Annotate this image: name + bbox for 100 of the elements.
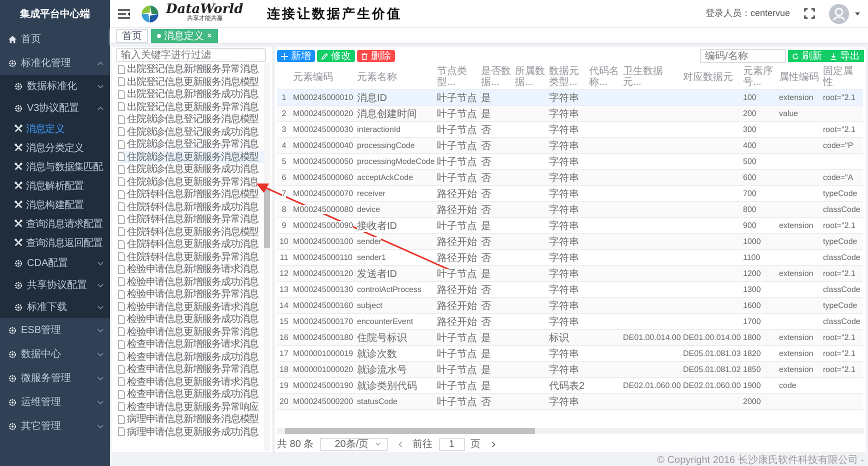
table-row[interactable]: 19 M000245000190 就诊类别代码 叶子节点 是 代码表2 DE02.01.060.00 DE02.01.060.00 1900 code: [277, 378, 863, 394]
column-header[interactable]: 元素编码: [293, 72, 353, 82]
table-row[interactable]: 14 M000245000160 subject 路径开始 否 字符串 1600 typeCode: [277, 298, 863, 314]
tree-item[interactable]: 检查申请信息更新服务成功消息: [118, 388, 264, 400]
tree-item[interactable]: 检验申请信息新增服务请求消息: [118, 263, 264, 276]
table-row[interactable]: 15 M000245000170 encounterEvent 路径开始 否 字符串 1700 classCode: [277, 314, 863, 330]
table-row[interactable]: 1 M000245000010 消息ID 叶子节点 是 字符串 100 extension root="2.1: [277, 90, 863, 106]
menu-group[interactable]: 标准下载: [0, 296, 110, 318]
column-header[interactable]: 代码名称...: [589, 66, 619, 88]
menu-item[interactable]: 查询消息返回配置: [0, 233, 110, 252]
table-row[interactable]: 7 M000245000070 receiver 路径开始 否 字符串 700 typeCode: [277, 186, 863, 202]
menu-group[interactable]: 数据标准化: [0, 75, 110, 97]
tree-item[interactable]: 检验申请信息更新服务成功消息: [118, 313, 264, 326]
menu-group[interactable]: 标准化管理: [0, 51, 110, 75]
next-page-icon[interactable]: [490, 440, 496, 448]
table-cell: 路径开始: [437, 316, 477, 328]
menu-icon[interactable]: [118, 8, 130, 18]
tree-item[interactable]: 出院登记信息新增服务成功消息: [118, 88, 264, 100]
fullscreen-icon[interactable]: [804, 8, 815, 19]
tree-item[interactable]: 住院转科信息更新服务异常消息: [118, 250, 264, 263]
table-cell: 字符串: [549, 364, 579, 376]
table-row[interactable]: 8 M000245000080 device 路径开始 否 字符串 800 classCode: [277, 202, 863, 218]
tree-item[interactable]: 检验申请信息更新服务异常消息: [118, 326, 264, 338]
tree-item[interactable]: 出院登记信息更新服务异常消息: [118, 100, 264, 113]
page-size-select[interactable]: 20条/页: [320, 438, 388, 450]
tree-item[interactable]: 住院转科信息新增服务消息模型: [118, 188, 264, 200]
tree-item[interactable]: 住院就诊信息登记服务成功消息: [118, 126, 264, 138]
menu-group[interactable]: 其它管理: [0, 414, 110, 438]
column-header[interactable]: 是否数据...: [481, 66, 511, 88]
tree-item[interactable]: 检验申请信息新增服务异常消息: [118, 288, 264, 300]
table-row[interactable]: 6 M000245000060 acceptAckCode 叶子节点 否 字符串 600 code="A: [277, 170, 863, 186]
menu-group[interactable]: V3协议配置: [0, 97, 110, 119]
menu-item[interactable]: 查询消息请求配置: [0, 214, 110, 233]
tree-item[interactable]: 检查申请信息新增服务成功消息: [118, 350, 264, 363]
tree-item[interactable]: 病理申请信息更新服务成功消息: [118, 426, 264, 438]
toolbar-button[interactable]: 新增: [277, 50, 315, 62]
menu-group[interactable]: CDA配置: [0, 252, 110, 274]
table-row[interactable]: 16 M000245000180 住院号标识 叶子节点 是 标识 DE01.00.014.00 DE01.00.014.00 1800 extension root="2.1: [277, 330, 863, 346]
table-row[interactable]: 3 M000245000030 interactionId 叶子节点 否 字符串 300 root="2.1: [277, 122, 863, 138]
tab[interactable]: 首页: [116, 28, 148, 42]
tree-item[interactable]: 住院就诊信息更新服务成功消息: [118, 163, 264, 176]
menu-item[interactable]: 消息定义: [0, 119, 110, 138]
tree-item[interactable]: 住院转科信息更新服务消息模型: [118, 226, 264, 238]
table-row[interactable]: 10 M000245000100 sender 路径开始 否 字符串 1000 typeCode: [277, 234, 863, 250]
tree-item[interactable]: 住院就诊信息更新服务异常消息: [118, 176, 264, 188]
table-row[interactable]: 4 M000245000040 processingCode 叶子节点 否 字符串 400 code="P: [277, 138, 863, 154]
menu-group[interactable]: 微服务管理: [0, 366, 110, 390]
menu-group[interactable]: ESB管理: [0, 318, 110, 342]
table-row[interactable]: 2 M000245000020 消息创建时间 叶子节点 是 字符串 200 value: [277, 106, 863, 122]
tree-item[interactable]: 检验申请信息新增服务成功消息: [118, 276, 264, 288]
column-header[interactable]: 数据元类型...: [549, 66, 585, 88]
tree-item[interactable]: 住院就诊信息登记服务异常消息: [118, 138, 264, 150]
filter-field[interactable]: 输入关键字进行过滤: [116, 48, 266, 62]
tree-item[interactable]: 检查申请信息更新服务请求消息: [118, 376, 264, 388]
tree-item[interactable]: 出院登记信息新增服务异常消息: [118, 63, 264, 76]
tree-item[interactable]: 住院转科信息新增服务成功消息: [118, 200, 264, 213]
tree-item[interactable]: 检查申请信息更新服务异常响应: [118, 400, 264, 413]
tree-item[interactable]: 住院就诊信息更新服务消息模型: [118, 150, 264, 163]
menu-group[interactable]: 运维管理: [0, 390, 110, 414]
column-header[interactable]: 固定属性: [823, 66, 861, 88]
previous-page-icon[interactable]: [398, 440, 403, 448]
horizontal-scrollbar[interactable]: [277, 428, 864, 434]
menu-item[interactable]: 消息分类定义: [0, 138, 110, 157]
menu-item[interactable]: 消息解析配置: [0, 176, 110, 195]
menu-item[interactable]: 消息构建配置: [0, 195, 110, 214]
caret-icon[interactable]: [855, 12, 860, 16]
toolbar-button[interactable]: 删除: [357, 50, 395, 62]
page-input[interactable]: 1: [438, 438, 465, 450]
column-header[interactable]: 节点类型...: [437, 66, 477, 88]
table-row[interactable]: 18 M000001000020 就诊流水号 叶子节点 是 字符串 DE05.01.081.02 1850 extension root="2.1: [277, 362, 863, 378]
table-row[interactable]: 11 M000245000110 sender1 路径开始 否 字符串 1100 classCode: [277, 250, 863, 266]
column-header[interactable]: 属性编码: [779, 72, 819, 82]
column-header[interactable]: 所属数据...: [515, 66, 545, 88]
table-row[interactable]: 20 M000245000200 statusCode 叶子节点 否 字符串 2000: [277, 394, 863, 410]
table-row[interactable]: 5 M000245000050 processingModeCode 叶子节点 否 字符串 500: [277, 154, 863, 170]
tree-item[interactable]: 检查申请信息新增服务异常消息: [118, 363, 264, 376]
column-header[interactable]: 卫生数据元...: [623, 66, 679, 88]
search-field[interactable]: 编码/名称: [700, 49, 786, 63]
menu-group[interactable]: 共享协议配置: [0, 274, 110, 296]
table-cell: 1600: [743, 301, 761, 310]
tree-item[interactable]: 检查申请信息新增服务请求消息: [118, 338, 264, 350]
tree-item[interactable]: 检验申请信息更新服务请求消息: [118, 300, 264, 313]
tree-item[interactable]: 病理申请信息新增服务消息模型: [118, 413, 264, 426]
menu-item[interactable]: 首页: [0, 27, 110, 51]
column-header[interactable]: 对应数据元: [683, 72, 739, 82]
scrollbar[interactable]: [264, 63, 270, 451]
tree-item[interactable]: 住院转科信息更新服务成功消息: [118, 238, 264, 250]
close-icon[interactable]: [207, 33, 212, 38]
table-row[interactable]: 9 M000245000090 接收者ID 叶子节点 是 字符串 900 extension root="2.1: [277, 218, 863, 234]
avatar-icon[interactable]: [829, 4, 849, 24]
menu-group[interactable]: 数据中心: [0, 342, 110, 366]
column-header[interactable]: 元素名称: [357, 72, 433, 82]
column-header[interactable]: 元素序号...: [743, 66, 775, 88]
tree-item[interactable]: 住院转科信息新增服务异常消息: [118, 213, 264, 226]
table-row[interactable]: 13 M000245000130 controlActProcess 路径开始 否 字符串 1300 classCode: [277, 282, 863, 298]
tree-item[interactable]: 出院登记信息更新服务消息模型: [118, 76, 264, 88]
table-row[interactable]: 12 M000245000120 发送者ID 叶子节点 是 字符串 1200 extension root="2.1: [277, 266, 863, 282]
tree-item[interactable]: 住院就诊信息登记服务消息模型: [118, 113, 264, 126]
table-row[interactable]: 17 M000001000019 就诊次数 叶子节点 是 字符串 DE05.01.081.03 1820 extension root="2.1: [277, 346, 863, 362]
menu-item[interactable]: 消息与数据集匹配: [0, 157, 110, 176]
